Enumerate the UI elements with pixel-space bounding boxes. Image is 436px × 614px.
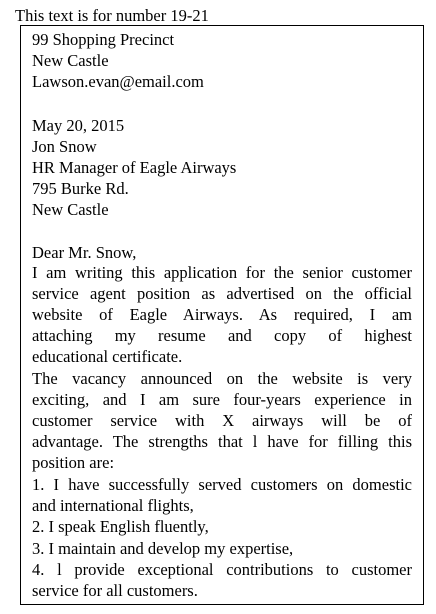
document-caption: This text is for number 19-21 [15, 6, 209, 25]
letter-box: 99 Shopping Precinct New Castle Lawson.e… [20, 25, 424, 605]
list-item: 2. I speak English fluently, [32, 517, 209, 536]
recipient-city: New Castle [32, 200, 109, 219]
list-item: and international flights, [32, 496, 194, 515]
list-item: 1. I have successfully served customers … [32, 475, 412, 494]
recipient-title: HR Manager of Eagle Airways [32, 158, 237, 177]
recipient-street: 795 Burke Rd. [32, 179, 129, 198]
paragraph-line: position are: [32, 453, 115, 472]
list-item: 4. l provide exceptional contributions t… [32, 560, 412, 579]
salutation: Dear Mr. Snow, [32, 243, 137, 262]
paragraph-line: educational certificate. [32, 347, 183, 366]
recipient-name: Jon Snow [32, 137, 97, 156]
paragraph-line: The vacancy announced on the website is … [32, 369, 412, 388]
paragraph-line: I am writing this application for the se… [32, 263, 412, 282]
sender-address-line: 99 Shopping Precinct [32, 30, 175, 49]
paragraph-line: service agent position as advertised on … [32, 284, 412, 303]
sender-city: New Castle [32, 51, 109, 70]
list-item: service for all customers. [32, 581, 198, 600]
paragraph-line: advantage. The strengths that l have for… [32, 432, 412, 451]
paragraph-line: customer service with X airways will be … [32, 411, 412, 430]
sender-email: Lawson.evan@email.com [32, 72, 204, 91]
list-item: 3. I maintain and develop my expertise, [32, 539, 294, 558]
paragraph-line: attaching my resume and copy of highest [32, 326, 412, 345]
paragraph-line: website of Eagle Airways. As required, I… [32, 305, 412, 324]
letter-date: May 20, 2015 [32, 116, 125, 135]
paragraph-line: exciting, and I am sure four-years exper… [32, 390, 412, 409]
